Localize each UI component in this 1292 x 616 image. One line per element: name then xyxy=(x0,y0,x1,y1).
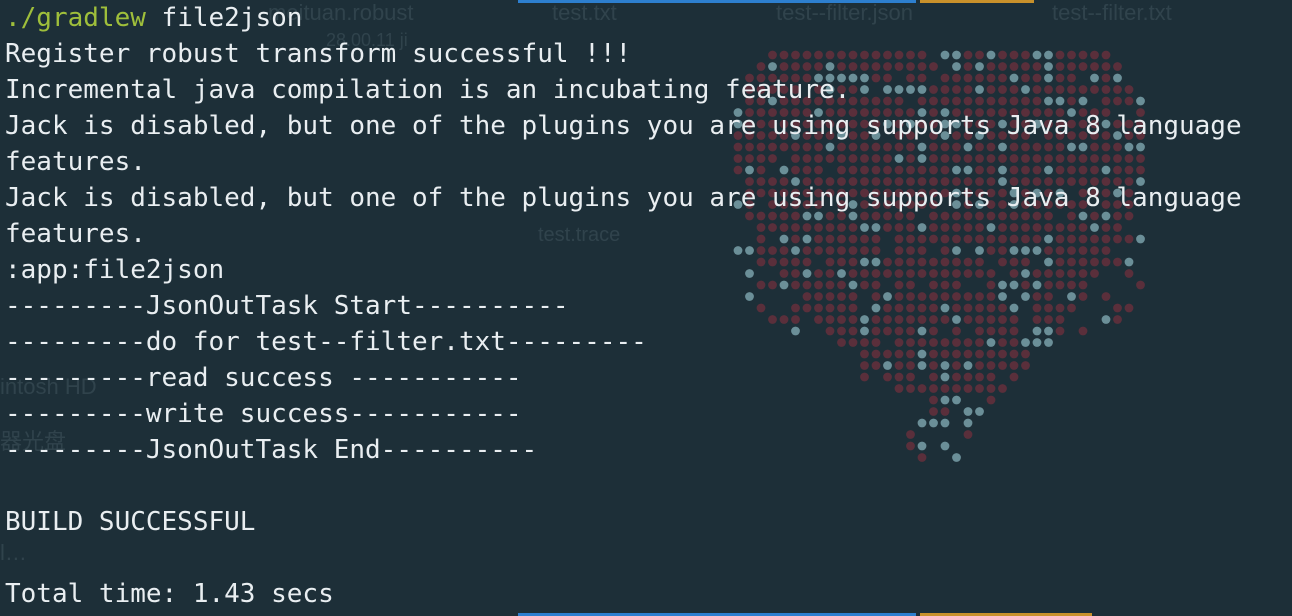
build-status: BUILD SUCCESSFUL xyxy=(5,507,256,537)
output-line: Jack is disabled, but one of the plugins… xyxy=(5,111,1242,141)
command-args: file2json xyxy=(145,3,303,33)
terminal-output[interactable]: ./gradlew file2json Register robust tran… xyxy=(5,0,1292,612)
output-line: Incremental java compilation is an incub… xyxy=(5,75,851,105)
command-gradlew: ./gradlew xyxy=(5,3,146,33)
output-line: features. xyxy=(5,147,146,177)
output-line: Register robust transform successful !!! xyxy=(5,39,632,69)
command-line: ./gradlew file2json xyxy=(5,0,1292,36)
output-line: ---------do for test--filter.txt--------… xyxy=(5,327,647,357)
output-line: ---------JsonOutTask Start---------- xyxy=(5,291,569,321)
output-line: features. xyxy=(5,219,146,249)
output-line: Jack is disabled, but one of the plugins… xyxy=(5,183,1242,213)
output-line: ---------JsonOutTask End---------- xyxy=(5,435,538,465)
total-time: Total time: 1.43 secs xyxy=(5,579,334,609)
output-line: ---------read success ----------- xyxy=(5,363,522,393)
terminal-window[interactable]: meituan.robust test.txt test--filter.jso… xyxy=(0,0,1292,616)
output-line: ---------write success----------- xyxy=(5,399,522,429)
output-line: :app:file2json xyxy=(5,255,225,285)
